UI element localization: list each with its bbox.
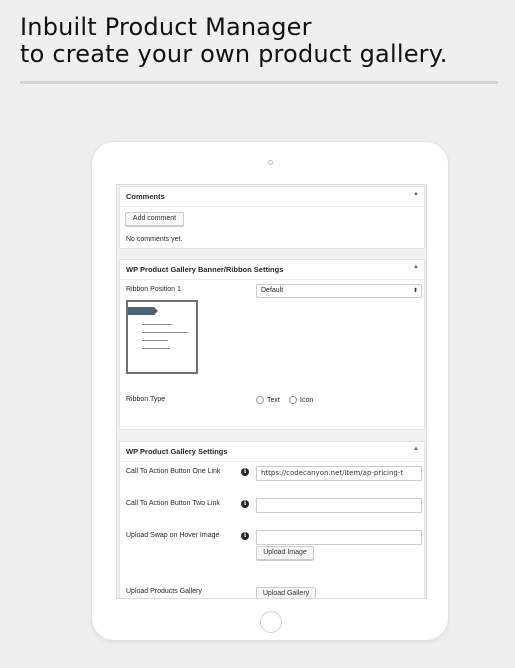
cta-two-link-input[interactable] xyxy=(256,498,422,513)
home-button[interactable] xyxy=(260,611,282,633)
swap-image-label: Upload Swap on Hover Image xyxy=(126,532,220,539)
preview-line xyxy=(142,340,168,341)
upload-image-button[interactable]: Upload Image xyxy=(256,546,314,560)
camera-icon xyxy=(268,160,273,165)
gallery-settings-title: WP Product Gallery Settings xyxy=(126,447,228,456)
ribbon-settings-title: WP Product Gallery Banner/Ribbon Setting… xyxy=(126,265,284,274)
tablet-frame: Comments ▲ Add comment No comments yet. … xyxy=(92,142,448,640)
upload-gallery-button[interactable]: Upload Gallery xyxy=(256,587,316,598)
cta-one-label: Call To Action Button One Link xyxy=(126,468,221,475)
ribbon-position-select[interactable]: Default ⬍ xyxy=(256,284,422,298)
comments-box-title: Comments xyxy=(126,192,165,201)
comments-box: Comments ▲ Add comment No comments yet. xyxy=(119,186,425,249)
ribbon-preview-image xyxy=(126,300,198,374)
gallery-settings-box: WP Product Gallery Settings ▲ Call To Ac… xyxy=(119,441,425,598)
gallery-settings-header[interactable]: WP Product Gallery Settings ▲ xyxy=(120,442,424,462)
info-icon[interactable]: i xyxy=(241,500,249,508)
tablet-screen: Comments ▲ Add comment No comments yet. … xyxy=(116,184,427,599)
preview-line xyxy=(142,348,170,349)
add-comment-button[interactable]: Add comment xyxy=(125,212,184,226)
ribbon-type-text-radio[interactable] xyxy=(256,396,264,404)
gallery-upload-label: Upload Products Gallery xyxy=(126,588,202,595)
ribbon-type-label: Ribbon Type xyxy=(126,396,166,403)
ribbon-icon xyxy=(128,307,158,315)
ribbon-type-icon-label: Icon xyxy=(300,397,314,404)
headline: Inbuilt Product Manager to create your o… xyxy=(20,14,448,68)
preview-line xyxy=(142,324,172,325)
headline-line-2: to create your own product gallery. xyxy=(20,40,448,68)
ribbon-type-text-label: Text xyxy=(267,397,280,404)
triangle-up-icon[interactable]: ▲ xyxy=(413,264,419,270)
info-icon[interactable]: i xyxy=(241,468,249,476)
ribbon-settings-box: WP Product Gallery Banner/Ribbon Setting… xyxy=(119,259,425,430)
info-icon[interactable]: i xyxy=(241,532,249,540)
ribbon-type-icon-radio[interactable] xyxy=(289,396,297,404)
comments-box-header[interactable]: Comments ▲ xyxy=(120,187,424,207)
cta-one-link-input[interactable]: https://codecanyon.net/item/ap-pricing-t xyxy=(256,466,422,481)
ribbon-position-label: Ribbon Position 1 xyxy=(126,286,181,293)
no-comments-text: No comments yet. xyxy=(126,236,183,243)
headline-line-1: Inbuilt Product Manager xyxy=(20,13,312,41)
triangle-up-icon[interactable]: ▲ xyxy=(413,446,419,452)
cta-two-label: Call To Action Button Two Link xyxy=(126,500,220,507)
ribbon-settings-header[interactable]: WP Product Gallery Banner/Ribbon Setting… xyxy=(120,260,424,280)
ribbon-position-value: Default xyxy=(261,287,284,294)
preview-line xyxy=(142,332,188,333)
select-arrows-icon: ⬍ xyxy=(412,288,418,294)
swap-image-input[interactable] xyxy=(256,530,422,545)
divider xyxy=(20,81,498,84)
triangle-up-icon[interactable]: ▲ xyxy=(413,191,419,197)
